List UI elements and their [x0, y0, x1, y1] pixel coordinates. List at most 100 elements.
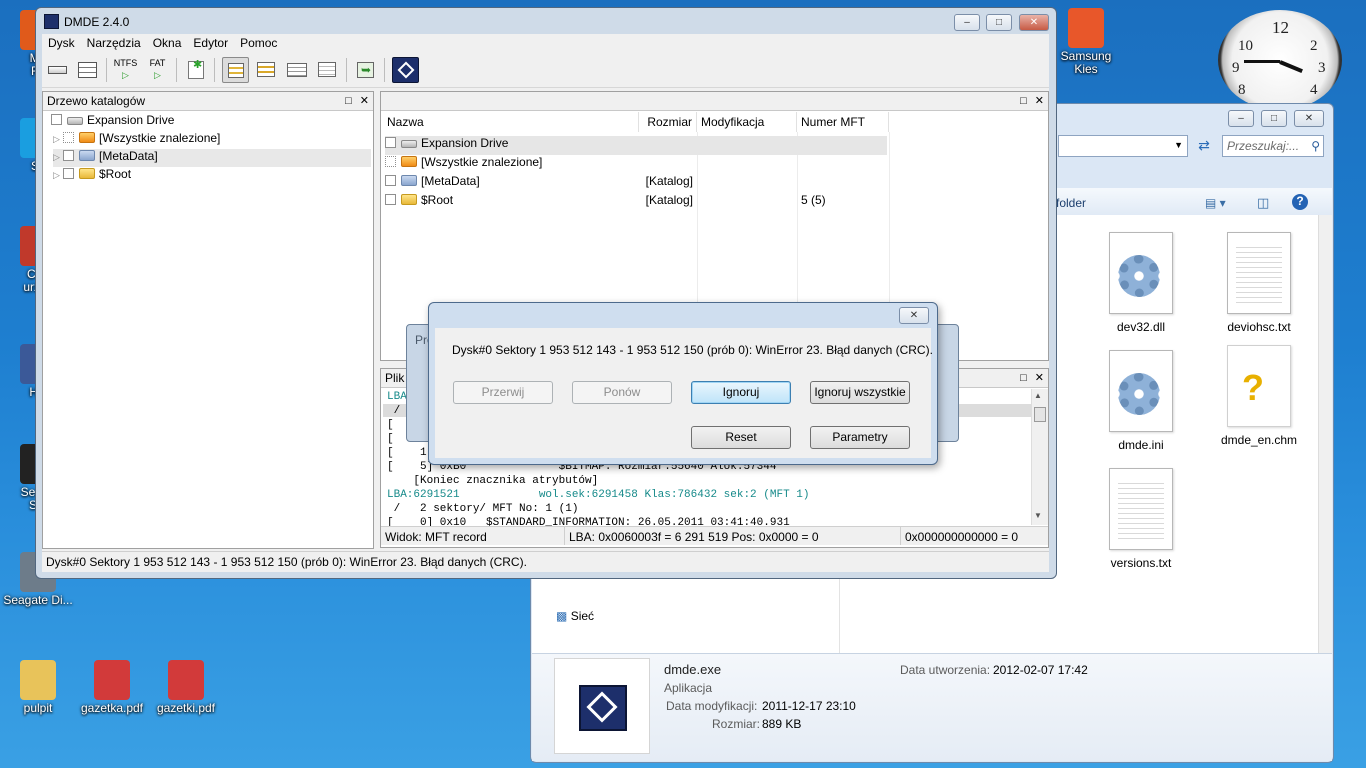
explorer-details-pane: dmde.exe Aplikacja Data modyfikacji: 201…	[532, 653, 1332, 761]
dmde-logo-button[interactable]	[392, 57, 419, 83]
explorer-scrollbar[interactable]	[1318, 215, 1332, 653]
file-item[interactable]: deviohsc.txt	[1204, 232, 1314, 334]
details-view-button[interactable]	[283, 57, 310, 83]
preview-pane-icon[interactable]: ◫	[1257, 195, 1269, 211]
txt-file-icon	[1227, 232, 1291, 314]
search-icon[interactable]: ⚲	[1311, 139, 1320, 153]
search-button[interactable]	[314, 57, 341, 83]
dialog-close-button[interactable]: ✕	[899, 307, 929, 324]
tree-item-label: [Wszystkie znalezione]	[99, 131, 221, 145]
column-header-numer-mft[interactable]: Numer MFT	[797, 112, 889, 132]
dmde-close-button[interactable]: ✕	[1019, 14, 1049, 31]
file-name: dev32.dll	[1116, 320, 1166, 334]
dmde-logo-icon	[397, 61, 415, 79]
tree-item[interactable]: ▷ [Wszystkie znalezione]	[53, 131, 220, 149]
column-header-rozmiar[interactable]: Rozmiar	[639, 112, 697, 132]
chevron-down-icon[interactable]: ▼	[1174, 140, 1183, 150]
recover-button[interactable]: ➥	[352, 57, 379, 83]
explorer-minimize-button[interactable]: –	[1228, 110, 1254, 127]
expand-arrow-icon[interactable]: ▷	[53, 170, 63, 181]
refresh-icon[interactable]: ⇄	[1192, 137, 1216, 155]
fat-button[interactable]: FAT ▷	[144, 57, 171, 83]
desktop-icon[interactable]: Samsung Kies	[1050, 8, 1122, 76]
checkbox[interactable]	[63, 132, 74, 143]
explorer-close-button[interactable]: ✕	[1294, 110, 1324, 127]
blue-folder-icon	[401, 175, 417, 186]
tree-item-label: Expansion Drive	[87, 113, 175, 127]
checkbox[interactable]	[63, 150, 74, 161]
dmde-exe-thumbnail	[554, 658, 650, 754]
scrollbar-thumb[interactable]	[1034, 407, 1046, 422]
scroll-up-icon[interactable]: ▲	[1034, 391, 1042, 400]
ignore-all-button[interactable]: Ignoruj wszystkie	[810, 381, 910, 404]
dmde-menubar: Dysk Narzędzia Okna Edytor Pomoc	[42, 34, 1049, 52]
tree-item[interactable]: ▷ [MetaData]	[53, 149, 371, 167]
drive-icon	[48, 66, 67, 74]
expand-arrow-icon[interactable]: ▷	[53, 134, 63, 145]
menu-pomoc[interactable]: Pomoc	[234, 34, 283, 50]
menu-okna[interactable]: Okna	[147, 34, 188, 50]
expand-arrow-icon[interactable]: ▷	[53, 152, 63, 163]
desktop-icon[interactable]: gazetka.pdf	[76, 660, 148, 715]
file-item[interactable]: dev32.dll	[1086, 232, 1196, 334]
clock-minute-hand	[1244, 60, 1280, 63]
desktop-icon[interactable]: pulpit	[2, 660, 74, 715]
view-options-icon[interactable]: ▤ ▾	[1205, 196, 1226, 210]
column-header-nazwa[interactable]: Nazwa	[383, 112, 639, 132]
maximize-icon[interactable]: □	[345, 95, 352, 107]
partitions-button[interactable]	[74, 57, 101, 83]
dmde-maximize-button[interactable]: □	[986, 14, 1012, 31]
dmde-titlebar[interactable]: DMDE 2.4.0 – □ ✕	[36, 8, 1056, 36]
maximize-icon[interactable]: □	[1020, 372, 1027, 384]
explorer-search-input[interactable]: Przeszukaj:... ⚲	[1222, 135, 1324, 157]
list-row[interactable]: [MetaData] [Katalog]	[385, 174, 887, 193]
desktop-icon[interactable]: gazetki.pdf	[150, 660, 222, 715]
help-icon[interactable]: ?	[1292, 194, 1308, 210]
list-row[interactable]: $Root [Katalog] 5 (5)	[385, 193, 887, 212]
column-header-modyfikacja[interactable]: Modyfikacja	[697, 112, 797, 132]
ntfs-button[interactable]: NTFS ▷	[112, 57, 139, 83]
checkbox[interactable]	[385, 194, 396, 205]
explorer-address-bar[interactable]: ▼	[1058, 135, 1188, 157]
menu-narzedzia[interactable]: Narzędzia	[81, 34, 147, 50]
explorer-maximize-button[interactable]: □	[1261, 110, 1287, 127]
new-button[interactable]: ✱	[182, 57, 209, 83]
checkbox[interactable]	[385, 137, 396, 148]
tree-item[interactable]: Expansion Drive	[51, 113, 174, 131]
select-drive-button[interactable]	[44, 57, 71, 83]
nav-item-siec[interactable]: ▩ Sieć	[556, 609, 594, 623]
close-icon[interactable]: ✕	[1035, 95, 1044, 107]
file-view-scrollbar[interactable]: ▲ ▼	[1031, 389, 1048, 525]
tree-item[interactable]: ▷ $Root	[53, 167, 131, 185]
file-item[interactable]: ? dmde_en.chm	[1204, 345, 1314, 447]
dmde-minimize-button[interactable]: –	[954, 14, 980, 31]
blue-folder-icon	[79, 150, 95, 161]
orange-folder-icon	[79, 132, 95, 143]
parameters-button[interactable]: Parametry	[810, 426, 910, 449]
yellow-folder-icon	[79, 168, 95, 179]
checkbox[interactable]	[51, 114, 62, 125]
checkbox[interactable]	[63, 168, 74, 179]
checkbox[interactable]	[385, 156, 396, 167]
list-row[interactable]: Expansion Drive	[385, 136, 887, 155]
list-row[interactable]: [Wszystkie znalezione]	[385, 155, 887, 174]
scroll-down-icon[interactable]: ▼	[1034, 511, 1042, 520]
file-item[interactable]: versions.txt	[1086, 468, 1196, 570]
list-cell-name: [MetaData]	[421, 174, 480, 188]
list-view-button[interactable]	[252, 57, 279, 83]
list-cell-name: Expansion Drive	[421, 136, 509, 150]
maximize-icon[interactable]: □	[1020, 95, 1027, 107]
ignore-button[interactable]: Ignoruj	[691, 381, 791, 404]
close-icon[interactable]: ✕	[1035, 372, 1044, 384]
tree-view-button[interactable]	[222, 57, 249, 83]
file-view-line: LBA:6291521 wol.sek:6291458 Klas:786432 …	[387, 489, 810, 501]
new-file-icon: ✱	[188, 59, 204, 79]
abort-button[interactable]: Przerwij	[453, 381, 553, 404]
close-icon[interactable]: ✕	[360, 95, 369, 107]
checkbox[interactable]	[385, 175, 396, 186]
reset-button[interactable]: Reset	[691, 426, 791, 449]
menu-dysk[interactable]: Dysk	[42, 34, 81, 50]
retry-button[interactable]: Ponów	[572, 381, 672, 404]
menu-edytor[interactable]: Edytor	[187, 34, 234, 50]
file-item[interactable]: dmde.ini	[1086, 350, 1196, 452]
